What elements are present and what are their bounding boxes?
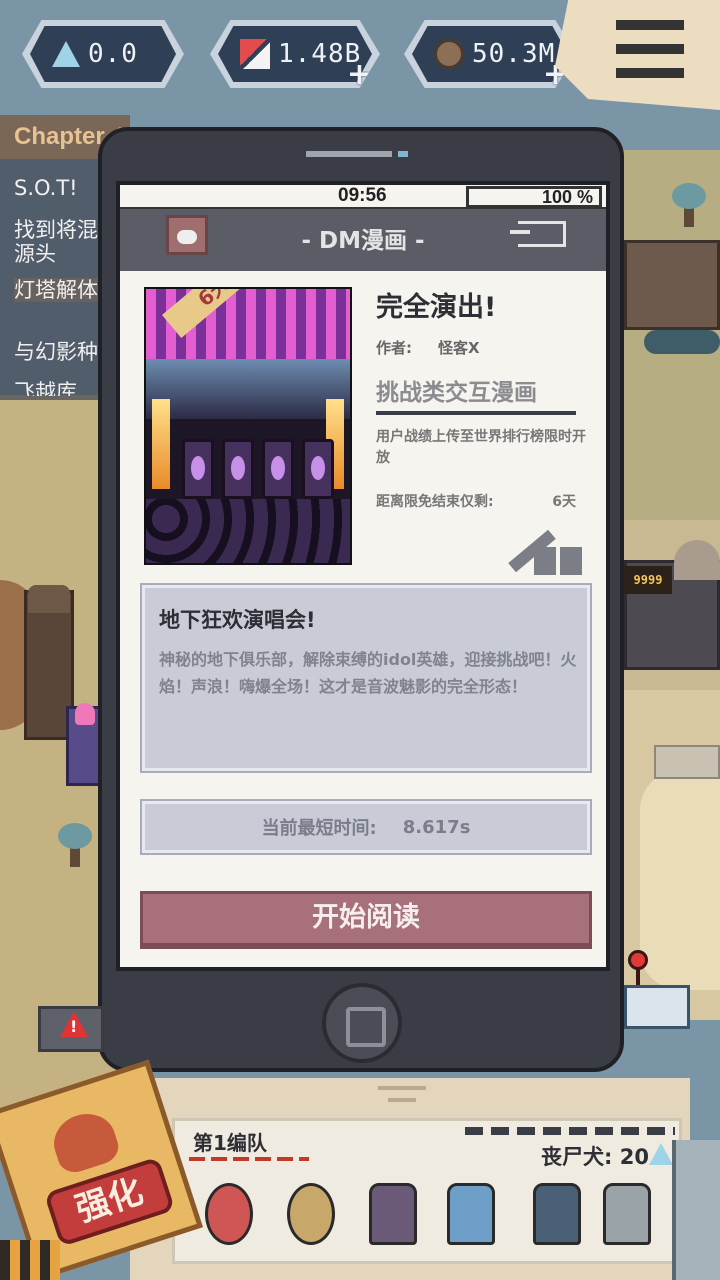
app-header: - DM漫画 - [120, 209, 606, 271]
squad-unit-avatar[interactable] [369, 1183, 417, 1245]
tree [672, 183, 706, 227]
crystal-icon [52, 41, 80, 67]
tower-roof [28, 585, 70, 613]
resource-ore[interactable]: 50.3M + [404, 20, 576, 88]
comic-cover: 6天 [144, 287, 352, 565]
comic-genre: 挑战类交互漫画 [376, 380, 537, 406]
best-time-value: 8.617s [402, 816, 471, 838]
crystal-icon [649, 1143, 673, 1165]
expand-up-icon[interactable] [378, 1086, 426, 1114]
description-body: 神秘的地下俱乐部，解除束缚的idol英雄，迎接挑战吧！火焰！声浪！嗨爆全场！这才… [159, 650, 577, 696]
squad-name: 第1编队 [193, 1131, 267, 1155]
satellite-icon [504, 527, 584, 575]
map-flag[interactable] [624, 985, 690, 1029]
phone-speaker [306, 151, 392, 157]
warning-icon[interactable] [38, 1006, 104, 1052]
squad-unit-avatar[interactable] [533, 1183, 581, 1245]
squad-power: 丧尸犬: 20 [541, 1145, 649, 1169]
factory-building[interactable] [624, 240, 720, 330]
location-pin-icon[interactable] [628, 950, 648, 970]
rocks [654, 745, 720, 779]
squad-unit-avatar[interactable] [205, 1183, 253, 1245]
home-button[interactable] [322, 983, 402, 1063]
best-time-box: 当前最短时间: 8.617s [140, 799, 592, 855]
post [672, 1140, 720, 1280]
status-time: 09:56 [338, 185, 387, 206]
divider [376, 411, 576, 415]
resource-crystal[interactable]: 0.0 [22, 20, 184, 88]
start-reading-button[interactable]: 开始阅读 [140, 891, 592, 949]
squad-unit-avatar[interactable] [447, 1183, 495, 1245]
description-title: 地下狂欢演唱会! [159, 608, 316, 632]
squad-unit-avatar[interactable] [287, 1183, 335, 1245]
status-bar: 09:56 100 % [120, 185, 606, 209]
leaderboard-note: 用户战绩上传至世界排行榜限时开放 [376, 429, 586, 466]
comic-author: 作者: 怪客X [376, 339, 480, 357]
phone-camera [398, 151, 408, 157]
shop-sign: 9999 [624, 566, 672, 594]
sand-patch [640, 770, 720, 990]
resource-gems[interactable]: 1.48B + [210, 20, 380, 88]
ore-icon [434, 39, 464, 69]
tree [58, 823, 92, 867]
back-icon[interactable] [510, 221, 566, 247]
hamburger-menu-icon[interactable] [612, 14, 688, 84]
squad-unit-avatar[interactable] [603, 1183, 651, 1245]
resource-value: 0.0 [88, 39, 138, 69]
description-box: 地下狂欢演唱会! 神秘的地下俱乐部，解除束缚的idol英雄，迎接挑战吧！火焰！声… [140, 583, 592, 773]
gems-icon [240, 39, 270, 69]
phone-screen: 09:56 100 % - DM漫画 - 6天 完全演出! 作者: 怪客X 挑战类… [116, 181, 610, 971]
purple-monster-sprite[interactable] [66, 703, 102, 786]
squad-panel[interactable]: 第1编队 丧尸犬: 20 [172, 1118, 682, 1264]
hazard-stripe [0, 1240, 60, 1280]
best-time-label: 当前最短时间: [261, 818, 377, 839]
battery-indicator: 100 % [466, 186, 602, 208]
phone-dialog: 09:56 100 % - DM漫画 - 6天 完全演出! 作者: 怪客X 挑战类… [98, 127, 624, 1072]
comic-title: 完全演出! [376, 292, 497, 323]
free-timer: 距离限免结束仅剩: 6天 [376, 494, 576, 510]
pipe [644, 330, 720, 354]
upgrade-label: 强化 [43, 1156, 176, 1247]
dome-building [674, 540, 720, 580]
